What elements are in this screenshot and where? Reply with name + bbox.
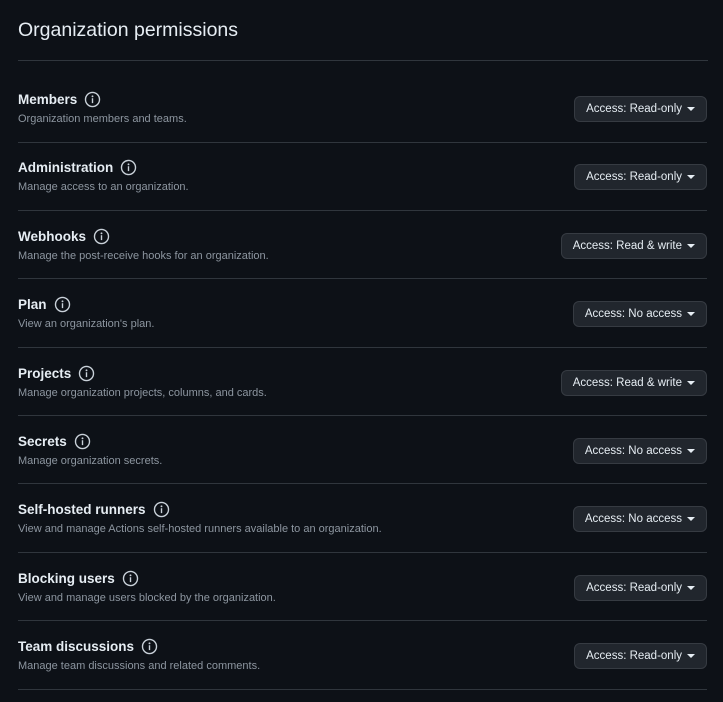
access-label: Access: No access (584, 308, 682, 321)
permission-description: View and manage users blocked by the org… (18, 591, 276, 604)
access-label: Access: Read-only (586, 171, 682, 184)
access-label: Access: Read & write (572, 239, 682, 252)
permission-name: Webhooks (18, 228, 87, 244)
page-title: Organization permissions (18, 19, 239, 41)
permission-name: Projects (18, 365, 72, 381)
access-dropdown-button[interactable]: Access: No access (572, 506, 707, 533)
access-dropdown-button[interactable]: Access: Read-only (574, 96, 707, 122)
permission-row-blocking-users: Blocking users View and manage users blo… (18, 554, 707, 622)
access-dropdown-button[interactable]: Access: Read-only (574, 164, 707, 191)
permission-description: Manage organization secrets. (18, 454, 163, 467)
access-dropdown-button[interactable]: Access: Read-only (574, 574, 707, 601)
access-label: Access: Read-only (586, 103, 682, 115)
access-dropdown-button[interactable]: Access: Read & write (560, 232, 707, 259)
access-label: Access: Read-only (586, 650, 682, 663)
caret-down-icon (687, 380, 695, 385)
access-dropdown-button[interactable]: Access: Read & write (560, 369, 707, 396)
permission-row-self-hosted-runners: Self-hosted runners View and manage Acti… (18, 485, 707, 553)
info-icon[interactable] (78, 365, 95, 382)
permission-name: Administration (18, 160, 114, 176)
permission-row-secrets: Secrets Manage organization secrets. Acc… (18, 417, 707, 485)
caret-down-icon (687, 107, 695, 111)
info-icon[interactable] (54, 296, 71, 313)
permission-row-members: Members Organization members and teams. … (18, 75, 707, 143)
access-dropdown-button[interactable]: Access: Read-only (574, 643, 707, 670)
permissions-list: Members Organization members and teams. … (18, 75, 707, 690)
info-icon[interactable] (120, 159, 137, 176)
access-label: Access: No access (584, 513, 682, 526)
caret-down-icon (687, 654, 695, 659)
info-icon[interactable] (74, 433, 91, 450)
info-icon[interactable] (93, 228, 110, 245)
permission-description: Manage the post-receive hooks for an org… (18, 249, 269, 262)
info-icon[interactable] (122, 570, 139, 587)
permission-description: Manage team discussions and related comm… (18, 660, 261, 673)
permission-description: Manage organization projects, columns, a… (18, 386, 267, 399)
permission-row-webhooks: Webhooks Manage the post-receive hooks f… (18, 212, 707, 280)
access-dropdown-button[interactable]: Access: No access (572, 437, 707, 464)
permission-row-projects: Projects Manage organization projects, c… (18, 349, 707, 417)
access-dropdown-button[interactable]: Access: No access (572, 301, 707, 328)
info-icon[interactable] (84, 91, 101, 108)
caret-down-icon (687, 448, 695, 453)
permission-name: Team discussions (18, 639, 135, 655)
info-icon[interactable] (153, 501, 170, 518)
caret-down-icon (687, 175, 695, 180)
permission-name: Blocking users (18, 570, 115, 586)
caret-down-icon (687, 243, 695, 248)
permission-row-team-discussions: Team discussions Manage team discussions… (18, 622, 707, 690)
title-divider (18, 60, 708, 61)
access-label: Access: Read & write (572, 376, 682, 389)
access-label: Access: No access (584, 444, 682, 457)
permission-description: View and manage Actions self-hosted runn… (18, 523, 382, 536)
permission-name: Members (18, 92, 78, 107)
permission-description: View an organization's plan. (18, 318, 155, 331)
permission-name: Plan (18, 297, 47, 313)
caret-down-icon (687, 517, 695, 522)
permission-description: Manage access to an organization. (18, 181, 189, 194)
permission-name: Secrets (18, 433, 67, 449)
caret-down-icon (687, 585, 695, 590)
access-label: Access: Read-only (586, 581, 682, 594)
caret-down-icon (687, 312, 695, 317)
permission-row-plan: Plan View an organization's plan. Access… (18, 280, 707, 348)
permission-name: Self-hosted runners (18, 502, 146, 518)
info-icon[interactable] (141, 638, 158, 655)
permission-description: Organization members and teams. (18, 113, 187, 125)
permission-row-administration: Administration Manage access to an organ… (18, 143, 707, 211)
